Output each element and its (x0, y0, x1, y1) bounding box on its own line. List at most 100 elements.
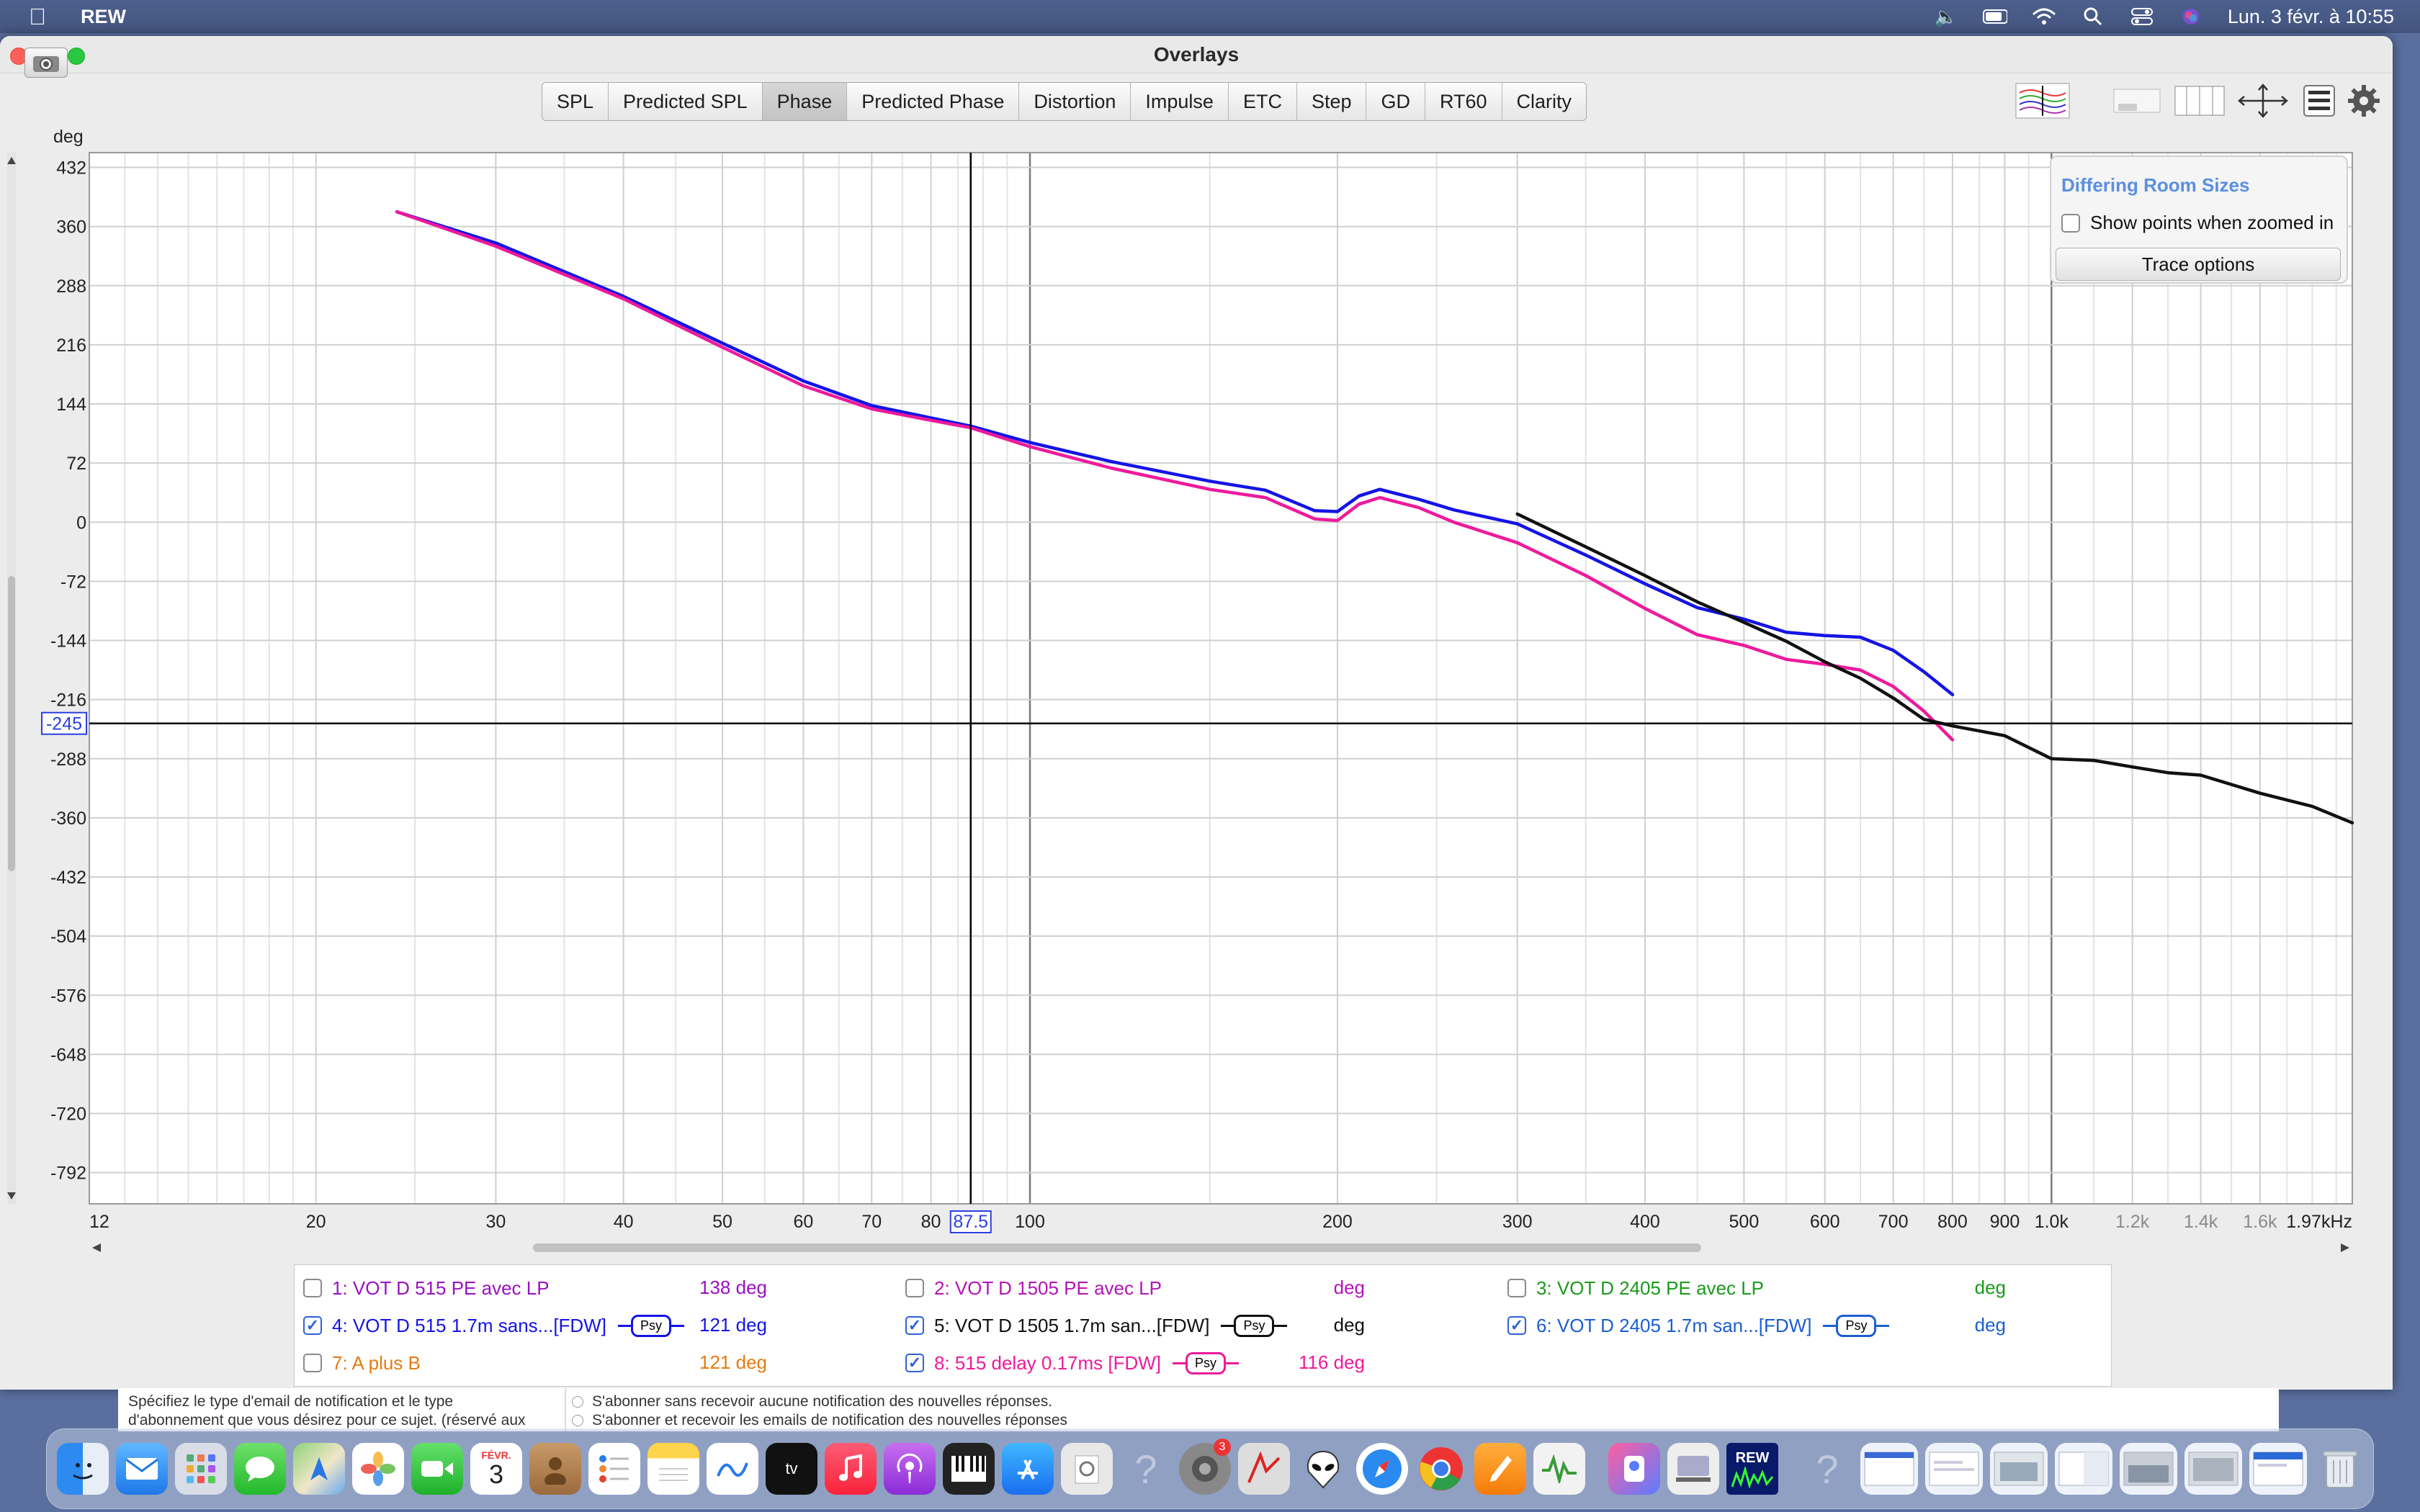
trace-options-button[interactable]: Trace options (2056, 248, 2341, 281)
vertical-scrollbar-thumb[interactable] (8, 576, 15, 871)
launchpad-icon[interactable] (175, 1443, 227, 1495)
trash-icon[interactable] (2314, 1443, 2366, 1495)
pixelmator-icon[interactable] (1608, 1443, 1660, 1495)
reminders-icon[interactable] (588, 1443, 640, 1495)
show-points-checkbox[interactable] (2061, 213, 2080, 233)
x-tick-label: 700 (1878, 1212, 1909, 1232)
alien-app-icon[interactable] (1297, 1443, 1349, 1495)
x-tick-label: 1.6k (2243, 1212, 2277, 1232)
finder-icon[interactable] (57, 1443, 109, 1495)
window-thumbnail-icon[interactable] (2184, 1443, 2242, 1495)
notes-icon[interactable] (647, 1443, 699, 1495)
psy-smoothing-badge[interactable]: Psy (1173, 1351, 1240, 1374)
mail-icon[interactable] (116, 1443, 168, 1495)
apple-tv-icon[interactable]: tv (766, 1443, 817, 1495)
show-points-label: Show points when zoomed in (2090, 212, 2334, 233)
x-tick-label: 60 (793, 1212, 813, 1232)
window-thumbnail-icon[interactable] (2055, 1443, 2112, 1495)
calendar-day: 3 (488, 1459, 504, 1489)
safari-icon[interactable] (1356, 1443, 1408, 1495)
music-icon[interactable] (825, 1443, 877, 1495)
legend-value-3: deg (1974, 1277, 2006, 1298)
y-tick-label: 432 (56, 158, 86, 179)
window-thumbnail-icon[interactable] (2249, 1443, 2307, 1495)
contacts-icon[interactable] (529, 1443, 581, 1495)
forum-option-1[interactable]: S'abonner sans recevoir aucune notificat… (572, 1392, 1067, 1411)
legend-checkbox-5[interactable]: ✓ (905, 1316, 924, 1335)
calendar-icon[interactable]: FÉVR. 3 (470, 1443, 522, 1495)
activity-icon[interactable] (1533, 1443, 1585, 1495)
x-tick-label: 80 (921, 1212, 941, 1232)
window-thumbnail-icon[interactable] (1860, 1443, 1918, 1495)
help-icon[interactable]: ? (1801, 1443, 1853, 1495)
psy-smoothing-badge[interactable]: Psy (617, 1314, 684, 1337)
legend-label-4: 4: VOT D 515 1.7m sans...[FDW] (332, 1314, 606, 1336)
show-points-row[interactable]: Show points when zoomed in (2061, 212, 2334, 234)
phase-graph[interactable]: 432 360 288 216 144 72 0 -72 -144 -216 -288 -360 -43… (0, 0, 2393, 1267)
chrome-icon[interactable] (1415, 1443, 1467, 1495)
window-thumbnail-icon[interactable] (1925, 1443, 1983, 1495)
psy-smoothing-badge[interactable]: Psy (1823, 1314, 1890, 1337)
preview-icon[interactable] (1061, 1443, 1113, 1495)
legend-checkbox-4[interactable]: ✓ (303, 1316, 322, 1335)
maps-icon[interactable] (293, 1443, 345, 1495)
legend-item-8[interactable]: ✓ 8: 515 delay 0.17ms [FDW] Psy (905, 1350, 1240, 1376)
photos-icon[interactable] (352, 1443, 404, 1495)
window-thumbnail-icon[interactable] (1990, 1443, 2048, 1495)
plot-area[interactable] (89, 153, 2352, 1204)
window-thumbnail-icon[interactable] (2120, 1443, 2177, 1495)
legend-item-5[interactable]: ✓ 5: VOT D 1505 1.7m san...[FDW] Psy (905, 1313, 1288, 1338)
legend-checkbox-7[interactable] (303, 1354, 322, 1372)
x-tick-label: 30 (486, 1212, 506, 1232)
horizontal-scrollbar-thumb[interactable] (533, 1243, 1701, 1252)
y-tick-label: 144 (56, 395, 86, 415)
legend-value-8: 116 deg (1298, 1351, 1365, 1373)
legend-checkbox-1[interactable] (303, 1279, 322, 1297)
y-tick-label: -72 (60, 572, 86, 592)
piano-app-icon[interactable] (943, 1443, 995, 1495)
x-tick-label: 40 (614, 1212, 634, 1232)
messages-icon[interactable] (234, 1443, 286, 1495)
y-axis-unit: deg (53, 127, 84, 147)
system-settings-icon[interactable]: 3 (1179, 1439, 1231, 1495)
x-tick-label: 50 (712, 1212, 732, 1232)
legend-item-7[interactable]: 7: A plus B (303, 1350, 421, 1376)
legend-item-4[interactable]: ✓ 4: VOT D 515 1.7m sans...[FDW] Psy (303, 1313, 684, 1338)
device-app-icon[interactable] (1667, 1443, 1719, 1495)
legend-value-4: 121 deg (699, 1314, 767, 1336)
legend-item-6[interactable]: ✓ 6: VOT D 2405 1.7m san...[FDW] Psy (1507, 1313, 1890, 1338)
x-axis-labels: 12 20 30 40 50 60 70 80 100 200 300 400 500 600 700 800… (89, 1212, 2352, 1232)
legend-checkbox-3[interactable] (1507, 1279, 1526, 1297)
forum-option-2[interactable]: S'abonner et recevoir les emails de noti… (572, 1411, 1067, 1430)
x-tick-label: 800 (1937, 1212, 1968, 1232)
x-tick-label: 300 (1502, 1212, 1533, 1232)
legend-checkbox-6[interactable]: ✓ (1507, 1316, 1526, 1335)
legend-checkbox-2[interactable] (905, 1279, 924, 1297)
podcasts-icon[interactable] (884, 1443, 936, 1495)
options-title: Differing Room Sizes (2061, 174, 2250, 196)
legend-item-3[interactable]: 3: VOT D 2405 PE avec LP (1507, 1275, 1764, 1301)
help-icon[interactable]: ? (1120, 1443, 1172, 1495)
x-tick-label: 600 (1810, 1212, 1840, 1232)
x-tick-label: 200 (1322, 1212, 1353, 1232)
y-tick-label: -144 (50, 631, 86, 652)
legend-item-2[interactable]: 2: VOT D 1505 PE avec LP (905, 1275, 1162, 1301)
legend-value-2: deg (1333, 1277, 1365, 1298)
rew-dock-icon[interactable]: REW (1726, 1443, 1778, 1495)
audio-tool-icon[interactable] (1238, 1443, 1290, 1495)
x-tick-label: 1.97kHz (2286, 1212, 2352, 1232)
legend-label-6: 6: VOT D 2405 1.7m san...[FDW] (1536, 1314, 1812, 1336)
psy-smoothing-badge[interactable]: Psy (1221, 1314, 1288, 1337)
legend-label-2: 2: VOT D 1505 PE avec LP (934, 1277, 1162, 1299)
y-tick-label: 360 (56, 217, 86, 238)
legend-checkbox-8[interactable]: ✓ (905, 1354, 924, 1372)
facetime-icon[interactable] (411, 1443, 463, 1495)
freeform-icon[interactable] (707, 1443, 758, 1495)
pages-icon[interactable] (1474, 1443, 1526, 1495)
legend-label-7: 7: A plus B (332, 1351, 421, 1374)
forum-text-2: d'abonnement que vous désirez pour ce su… (128, 1412, 526, 1428)
legend-item-1[interactable]: 1: VOT D 515 PE avec LP (303, 1275, 550, 1301)
x-tick-label: 500 (1729, 1212, 1760, 1232)
legend-value-1: 138 deg (699, 1277, 767, 1298)
app-store-icon[interactable] (1002, 1443, 1054, 1495)
